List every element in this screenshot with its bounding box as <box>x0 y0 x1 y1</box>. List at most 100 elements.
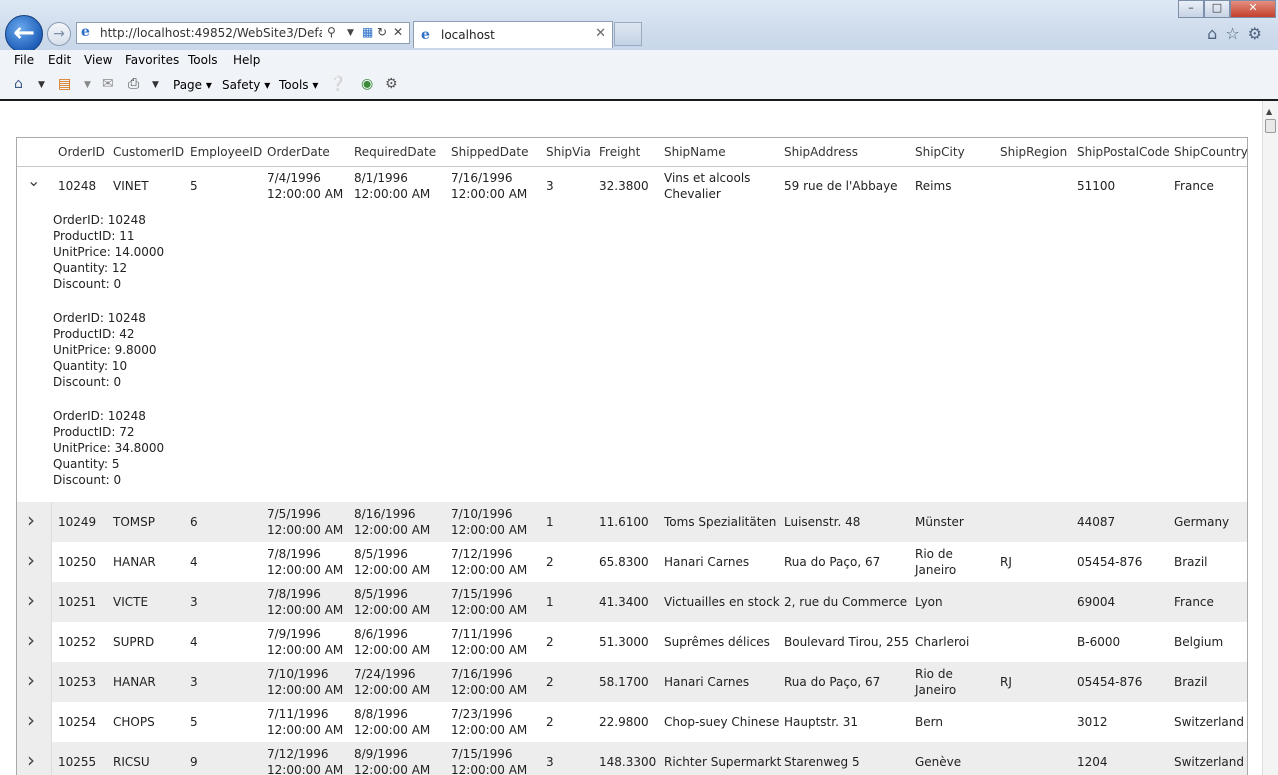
cell-shippostalcode: 51100 <box>1077 179 1116 193</box>
row-expander[interactable]: ⌄ <box>17 166 52 206</box>
vertical-scrollbar[interactable]: ▲ <box>1262 101 1278 775</box>
chevron-right-icon[interactable]: › <box>27 708 35 732</box>
detail-quantity: Quantity: 10 <box>53 358 164 374</box>
cell-line: 7/5/1996 <box>267 507 321 521</box>
row-expander[interactable]: › <box>17 662 52 702</box>
column-header-shipvia[interactable]: ShipVia <box>546 145 591 159</box>
dropdown-arrow-icon[interactable]: ▼ <box>84 80 91 90</box>
menu-file[interactable]: File <box>14 53 34 67</box>
cell-line: 7/8/1996 <box>267 547 321 561</box>
row-expander[interactable]: › <box>17 702 52 742</box>
forward-button[interactable]: → <box>47 22 71 46</box>
cell-line: Lyon <box>915 595 943 609</box>
cell-line: 12:00:00 AM <box>451 643 528 657</box>
cell-shipaddress: Rua do Paço, 67 <box>784 674 880 690</box>
cell-shipaddress: Starenweg 5 <box>784 754 860 770</box>
cell-line: Boulevard Tirou, 255 <box>784 635 909 649</box>
cell-line: Rio de <box>915 547 953 561</box>
dropdown-arrow-icon[interactable]: ▼ <box>152 80 159 90</box>
close-window-button[interactable]: ✕ <box>1230 0 1276 18</box>
detail-quantity: Quantity: 12 <box>53 260 164 276</box>
column-header-shipcity[interactable]: ShipCity <box>915 145 965 159</box>
favorites-star-icon[interactable]: ☆ <box>1225 24 1247 43</box>
column-header-shipcountry[interactable]: ShipCountry <box>1174 145 1247 159</box>
maximize-button[interactable]: □ <box>1204 0 1230 18</box>
row-expander[interactable]: › <box>17 502 52 542</box>
cell-orderid: 10254 <box>58 715 97 729</box>
search-icon[interactable]: ⚲ <box>327 25 336 39</box>
compatibility-view-icon[interactable]: ▦ <box>362 25 373 39</box>
column-header-freight[interactable]: Freight <box>599 145 640 159</box>
menu-help[interactable]: Help <box>233 53 260 67</box>
page-menu[interactable]: Page ▾ <box>173 78 212 92</box>
addons-icon[interactable]: ⚙ <box>385 76 398 92</box>
cell-shipregion: RJ <box>1000 555 1012 569</box>
column-header-customerid[interactable]: CustomerID <box>113 145 184 159</box>
cell-shippostalcode: 3012 <box>1077 715 1108 729</box>
detail-label: Quantity: <box>53 261 112 275</box>
home-icon[interactable]: ⌂ <box>14 76 23 92</box>
safety-menu[interactable]: Safety ▾ <box>222 78 270 92</box>
cell-line: 7/11/1996 <box>451 627 513 641</box>
mail-icon[interactable]: ✉ <box>102 76 114 92</box>
close-tab-icon[interactable]: ✕ <box>595 26 606 41</box>
cell-shipcountry: Belgium <box>1174 635 1224 649</box>
column-header-shipregion[interactable]: ShipRegion <box>1000 145 1067 159</box>
cell-requireddate: 8/8/1996 12:00:00 AM <box>354 706 430 738</box>
chevron-right-icon[interactable]: › <box>27 628 35 652</box>
menu-favorites[interactable]: Favorites <box>125 53 179 67</box>
chevron-down-icon[interactable]: ⌄ <box>27 171 40 190</box>
column-header-employeeid[interactable]: EmployeeID <box>190 145 262 159</box>
chevron-right-icon[interactable]: › <box>27 668 35 692</box>
home-icon[interactable]: ⌂ <box>1207 24 1225 43</box>
tab-localhost[interactable]: e localhost ✕ <box>413 21 613 48</box>
dropdown-arrow-icon[interactable]: ▼ <box>347 28 354 38</box>
column-header-shippeddate[interactable]: ShippedDate <box>451 145 528 159</box>
cell-shipvia: 2 <box>546 675 554 689</box>
chevron-right-icon[interactable]: › <box>27 548 35 572</box>
column-header-orderid[interactable]: OrderID <box>58 145 105 159</box>
menu-view[interactable]: View <box>84 53 112 67</box>
address-bar[interactable]: e http://localhost:49852/WebSite3/Defaul… <box>76 22 410 44</box>
feeds-icon[interactable]: ▤ <box>58 76 71 92</box>
gear-icon[interactable]: ⚙ <box>1248 24 1270 43</box>
chevron-right-icon[interactable]: › <box>27 588 35 612</box>
help-icon[interactable]: ❔ <box>329 76 346 92</box>
row-expander[interactable]: › <box>17 622 52 662</box>
row-expander[interactable]: › <box>17 582 52 622</box>
new-tab-button[interactable] <box>614 22 642 46</box>
cell-orderdate: 7/12/1996 12:00:00 AM <box>267 746 343 775</box>
stop-icon[interactable]: ✕ <box>393 25 403 39</box>
detail-value: 42 <box>119 327 135 341</box>
scroll-thumb[interactable] <box>1265 119 1276 133</box>
cell-freight: 65.8300 <box>599 555 649 569</box>
cell-requireddate: 8/6/1996 12:00:00 AM <box>354 626 430 658</box>
menu-tools[interactable]: Tools <box>188 53 218 67</box>
chevron-right-icon[interactable]: › <box>27 508 35 532</box>
back-button[interactable]: ← <box>5 15 43 53</box>
tools-menu[interactable]: Tools ▾ <box>279 78 318 92</box>
row-expander[interactable]: › <box>17 742 52 775</box>
row-expander[interactable]: › <box>17 542 52 582</box>
chevron-right-icon[interactable]: › <box>27 748 35 772</box>
menu-edit[interactable]: Edit <box>48 53 71 67</box>
column-header-shipname[interactable]: ShipName <box>664 145 726 159</box>
scroll-up-icon[interactable]: ▲ <box>1266 107 1272 116</box>
detail-label: ProductID: <box>53 229 120 243</box>
minimize-button[interactable]: – <box>1178 0 1204 18</box>
cell-line: 7/16/1996 <box>451 667 513 681</box>
address-text[interactable]: http://localhost:49852/WebSite3/Default.… <box>100 26 322 40</box>
cell-line: 12:00:00 AM <box>451 187 528 201</box>
column-header-shipaddress[interactable]: ShipAddress <box>784 145 858 159</box>
cell-shippostalcode: B-6000 <box>1077 635 1121 649</box>
dropdown-arrow-icon[interactable]: ▼ <box>38 80 45 90</box>
cell-shippeddate: 7/15/1996 12:00:00 AM <box>451 586 527 618</box>
column-header-requireddate[interactable]: RequiredDate <box>354 145 436 159</box>
detail-label: Quantity: <box>53 359 112 373</box>
refresh-icon[interactable]: ↻ <box>377 25 387 39</box>
detail-discount: Discount: 0 <box>53 276 164 292</box>
column-header-shippostalcode[interactable]: ShipPostalCode <box>1077 145 1170 159</box>
research-icon[interactable]: ◉ <box>361 76 373 92</box>
print-icon[interactable]: ⎙ <box>128 76 139 92</box>
column-header-orderdate[interactable]: OrderDate <box>267 145 330 159</box>
